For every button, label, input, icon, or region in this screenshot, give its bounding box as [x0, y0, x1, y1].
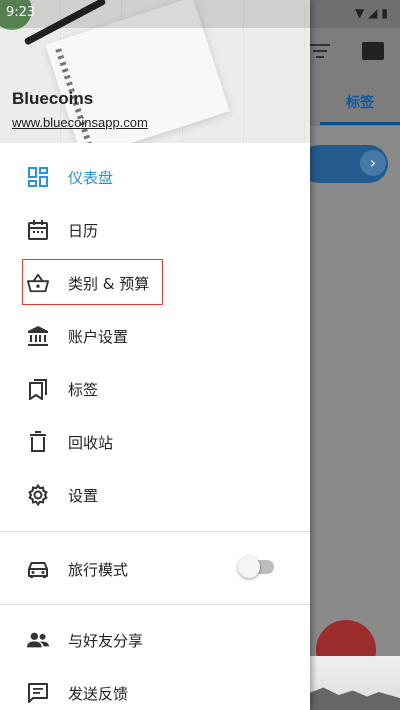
car-icon	[27, 558, 49, 580]
filter-icon[interactable]	[310, 44, 330, 58]
menu-label-tags: 标签	[68, 380, 99, 399]
brand-url-link[interactable]: www.bluecoinsapp.com	[12, 115, 148, 130]
travel-mode-toggle[interactable]	[238, 556, 274, 578]
menu-label-account-settings: 账户设置	[68, 327, 129, 346]
menu-item-trash[interactable]: 回收站	[0, 418, 310, 466]
trash-icon	[27, 431, 49, 453]
menu-divider	[0, 604, 310, 605]
menu-label-travel-mode: 旅行模式	[68, 560, 129, 579]
menu-item-calendar[interactable]: 日历	[0, 206, 310, 254]
chevron-right-icon[interactable]: ›	[360, 150, 386, 176]
highlight-box	[22, 259, 163, 305]
drawer-header: 9:23 Bluecoins www.bluecoinsapp.com	[0, 0, 310, 143]
tab-labels[interactable]: 标签	[346, 92, 374, 112]
status-time: 9:23	[6, 5, 36, 20]
feedback-icon	[27, 682, 49, 704]
menu-item-dashboard[interactable]: 仪表盘	[0, 153, 310, 201]
bookmark-icon	[27, 378, 49, 400]
print-icon[interactable]	[362, 42, 384, 60]
people-icon	[27, 629, 49, 651]
gear-icon	[27, 484, 49, 506]
status-overlay: 9:23	[0, 0, 310, 28]
menu-label-dashboard: 仪表盘	[68, 168, 114, 187]
menu-label-calendar: 日历	[68, 221, 99, 240]
bank-icon	[27, 325, 49, 347]
tab-indicator	[320, 122, 400, 125]
menu-label-feedback: 发送反馈	[68, 684, 129, 703]
menu-item-account-settings[interactable]: 账户设置	[0, 312, 310, 360]
menu-item-settings[interactable]: 设置	[0, 471, 310, 519]
toggle-knob	[238, 556, 260, 578]
menu-divider	[0, 531, 310, 532]
brand-name: Bluecoins	[12, 89, 94, 108]
menu-label-share: 与好友分享	[68, 631, 144, 650]
calendar-icon	[27, 219, 49, 241]
menu-item-feedback[interactable]: 发送反馈	[0, 669, 310, 710]
navigation-drawer: 9:23 Bluecoins www.bluecoinsapp.com 仪表盘 …	[0, 0, 310, 710]
menu-label-trash: 回收站	[68, 433, 114, 452]
status-icons: ▼◢▮	[354, 6, 392, 20]
dashboard-icon	[27, 166, 49, 188]
menu-label-settings: 设置	[68, 486, 99, 505]
menu-item-tags[interactable]: 标签	[0, 365, 310, 413]
menu-item-share[interactable]: 与好友分享	[0, 616, 310, 664]
